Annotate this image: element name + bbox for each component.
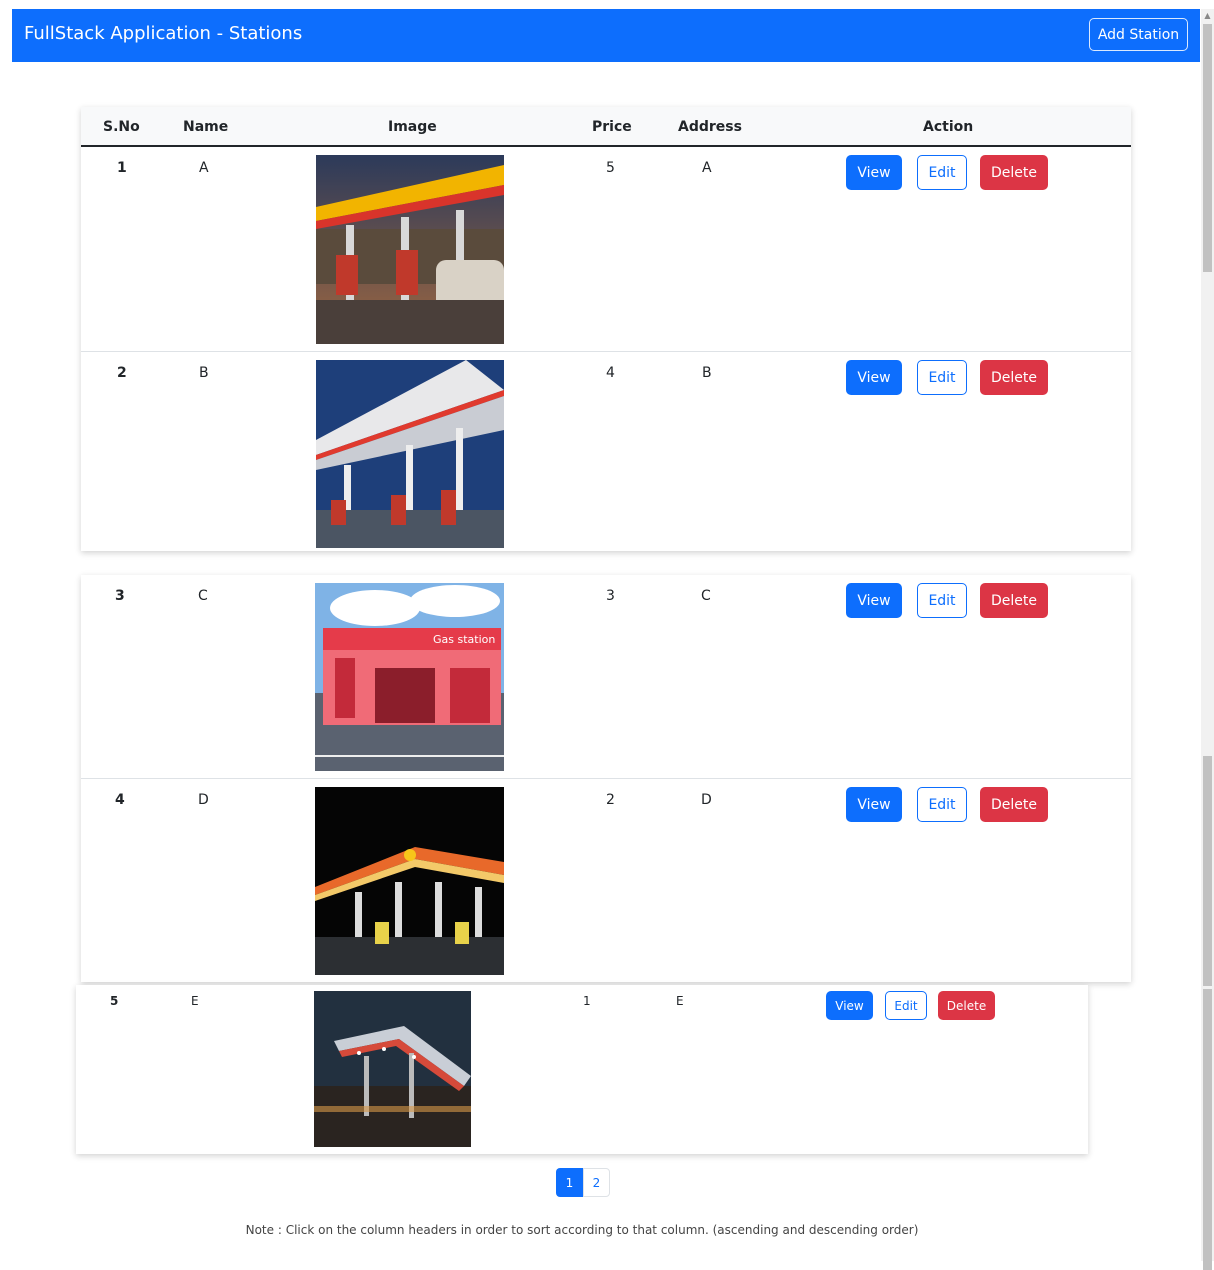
cell-address: A bbox=[702, 160, 712, 176]
column-header-price[interactable]: Price bbox=[592, 119, 632, 135]
table-row: 1 A 5 A View Edit Delete bbox=[81, 147, 1131, 351]
station-image bbox=[314, 991, 471, 1147]
cell-address: C bbox=[701, 588, 711, 604]
view-button[interactable]: View bbox=[826, 991, 873, 1020]
app-title: FullStack Application - Stations bbox=[24, 23, 303, 44]
stations-table: 5 E 1 E View Edit Delete bbox=[76, 985, 1088, 1154]
table-row: 3 C Gas station 3 C View Edit Delete bbox=[81, 575, 1131, 778]
edit-button[interactable]: Edit bbox=[917, 155, 967, 190]
station-image bbox=[316, 360, 504, 548]
add-station-button[interactable]: Add Station bbox=[1089, 18, 1188, 51]
cell-name: A bbox=[199, 160, 209, 176]
station-image: Gas station bbox=[315, 583, 504, 771]
cell-price: 5 bbox=[606, 160, 615, 176]
column-header-sno[interactable]: S.No bbox=[103, 119, 140, 135]
view-button[interactable]: View bbox=[846, 787, 902, 822]
edit-button[interactable]: Edit bbox=[917, 583, 967, 618]
table-row: 4 D 2 D View Edit Delete bbox=[81, 779, 1131, 982]
cell-sno: 1 bbox=[117, 160, 127, 176]
column-header-name[interactable]: Name bbox=[183, 119, 228, 135]
page-1-button[interactable]: 1 bbox=[556, 1168, 583, 1197]
pagination: 1 2 bbox=[556, 1168, 610, 1197]
edit-button[interactable]: Edit bbox=[885, 991, 927, 1020]
scrollbar-thumb[interactable] bbox=[1203, 989, 1212, 1270]
column-header-action[interactable]: Action bbox=[923, 119, 973, 135]
delete-button[interactable]: Delete bbox=[980, 360, 1048, 395]
cell-address: E bbox=[676, 994, 684, 1008]
station-image bbox=[315, 787, 504, 975]
scroll-up-icon[interactable]: ▲ bbox=[1203, 11, 1212, 21]
scrollbar-thumb[interactable] bbox=[1203, 756, 1212, 986]
station-image bbox=[316, 155, 504, 344]
cell-price: 4 bbox=[606, 365, 615, 381]
cell-price: 1 bbox=[583, 994, 591, 1008]
cell-name: D bbox=[198, 792, 209, 808]
scrollbar-thumb[interactable] bbox=[1203, 24, 1212, 272]
image-sign-text: Gas station bbox=[433, 633, 495, 646]
cell-price: 2 bbox=[606, 792, 615, 808]
cell-name: B bbox=[199, 365, 209, 381]
sort-note: Note : Click on the column headers in or… bbox=[245, 1223, 919, 1237]
cell-sno: 5 bbox=[110, 994, 119, 1008]
stations-table: S.No Name Image Price Address Action 1 A bbox=[81, 107, 1131, 551]
cell-name: E bbox=[191, 994, 199, 1008]
cell-price: 3 bbox=[606, 588, 615, 604]
page-2-button[interactable]: 2 bbox=[583, 1168, 610, 1197]
table-row: 2 B 4 B View Edit Delete bbox=[81, 352, 1131, 551]
cell-sno: 2 bbox=[117, 365, 127, 381]
stations-table: 3 C Gas station 3 C View Edit Delete 4 D… bbox=[81, 575, 1131, 982]
delete-button[interactable]: Delete bbox=[980, 787, 1048, 822]
navbar: FullStack Application - Stations Add Sta… bbox=[12, 9, 1200, 62]
cell-address: D bbox=[701, 792, 712, 808]
delete-button[interactable]: Delete bbox=[938, 991, 995, 1020]
cell-address: B bbox=[702, 365, 712, 381]
vertical-scrollbar[interactable]: ▲ bbox=[1201, 9, 1214, 1270]
column-header-address[interactable]: Address bbox=[678, 119, 742, 135]
view-button[interactable]: View bbox=[846, 155, 902, 190]
table-row: 5 E 1 E View Edit Delete bbox=[76, 985, 1088, 1154]
view-button[interactable]: View bbox=[846, 360, 902, 395]
edit-button[interactable]: Edit bbox=[917, 360, 967, 395]
delete-button[interactable]: Delete bbox=[980, 583, 1048, 618]
cell-sno: 4 bbox=[115, 792, 125, 808]
edit-button[interactable]: Edit bbox=[917, 787, 967, 822]
cell-name: C bbox=[198, 588, 208, 604]
delete-button[interactable]: Delete bbox=[980, 155, 1048, 190]
table-header: S.No Name Image Price Address Action bbox=[81, 107, 1131, 147]
view-button[interactable]: View bbox=[846, 583, 902, 618]
column-header-image[interactable]: Image bbox=[388, 119, 437, 135]
cell-sno: 3 bbox=[115, 588, 125, 604]
